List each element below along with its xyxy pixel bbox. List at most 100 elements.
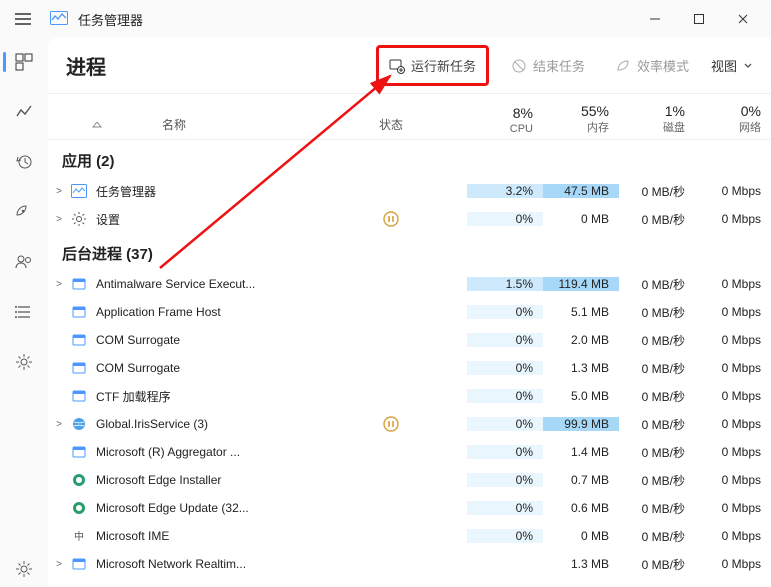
- cell-network: 0 Mbps: [695, 473, 771, 487]
- cell-memory: 0 MB: [543, 212, 619, 226]
- cell-network: 0 Mbps: [695, 212, 771, 226]
- expand-toggle[interactable]: >: [48, 419, 70, 430]
- header-memory[interactable]: 55% 内存: [543, 103, 619, 139]
- sort-indicator[interactable]: [92, 122, 102, 128]
- table-row[interactable]: >任务管理器3.2%47.5 MB0 MB/秒0 Mbps: [48, 177, 771, 205]
- process-name: Application Frame Host: [96, 305, 383, 319]
- header-status[interactable]: 状态: [379, 116, 467, 139]
- cell-memory: 0.6 MB: [543, 501, 619, 515]
- nav-details[interactable]: [4, 294, 44, 330]
- process-icon: [70, 182, 88, 200]
- table-row[interactable]: Application Frame Host0%5.1 MB0 MB/秒0 Mb…: [48, 298, 771, 326]
- cell-disk: 0 MB/秒: [619, 332, 695, 349]
- run-new-task-button[interactable]: 运行新任务: [376, 45, 489, 86]
- table-row[interactable]: Microsoft (R) Aggregator ...0%1.4 MB0 MB…: [48, 438, 771, 466]
- table-row[interactable]: >Global.IrisService (3)0%99.9 MB0 MB/秒0 …: [48, 410, 771, 438]
- cell-disk: 0 MB/秒: [619, 360, 695, 377]
- nav-startup[interactable]: [4, 194, 44, 230]
- group-apps: 应用 (2): [48, 140, 771, 177]
- view-dropdown[interactable]: 视图: [711, 56, 753, 75]
- process-name: Antimalware Service Execut...: [96, 277, 383, 291]
- process-icon: [70, 359, 88, 377]
- process-icon: [70, 303, 88, 321]
- cell-network: 0 Mbps: [695, 361, 771, 375]
- expand-toggle[interactable]: >: [48, 559, 70, 570]
- nav-services[interactable]: [4, 344, 44, 380]
- process-name: Microsoft Network Realtim...: [96, 557, 383, 571]
- cell-cpu: 0%: [467, 212, 543, 226]
- page-title: 进程: [66, 51, 106, 80]
- app-icon: [50, 11, 70, 27]
- cell-network: 0 Mbps: [695, 389, 771, 403]
- view-label: 视图: [711, 56, 737, 75]
- process-name: COM Surrogate: [96, 333, 383, 347]
- nav-users[interactable]: [4, 244, 44, 280]
- close-button[interactable]: [721, 3, 765, 35]
- expand-toggle[interactable]: >: [48, 214, 70, 225]
- table-row[interactable]: COM Surrogate0%2.0 MB0 MB/秒0 Mbps: [48, 326, 771, 354]
- header-name[interactable]: 名称: [162, 116, 186, 133]
- cell-disk: 0 MB/秒: [619, 183, 695, 200]
- process-icon: [70, 443, 88, 461]
- end-task-icon: [511, 58, 527, 74]
- expand-toggle[interactable]: >: [48, 186, 70, 197]
- cell-disk: 0 MB/秒: [619, 528, 695, 545]
- process-list[interactable]: 应用 (2) >任务管理器3.2%47.5 MB0 MB/秒0 Mbps>设置0…: [48, 140, 771, 587]
- cell-cpu: 0%: [467, 529, 543, 543]
- nav-processes[interactable]: [4, 44, 44, 80]
- header-disk[interactable]: 1% 磁盘: [619, 103, 695, 139]
- window-title: 任务管理器: [78, 10, 143, 29]
- cell-memory: 5.1 MB: [543, 305, 619, 319]
- cell-network: 0 Mbps: [695, 277, 771, 291]
- process-icon: [70, 387, 88, 405]
- nav-performance[interactable]: [4, 94, 44, 130]
- hamburger-menu[interactable]: [6, 2, 40, 36]
- table-row[interactable]: >设置0%0 MB0 MB/秒0 Mbps: [48, 205, 771, 233]
- process-name: COM Surrogate: [96, 361, 383, 375]
- expand-toggle[interactable]: >: [48, 279, 70, 290]
- table-row[interactable]: > Antimalware Service Execut... 1.5%119.4 …: [48, 270, 771, 298]
- cell-network: 0 Mbps: [695, 184, 771, 198]
- header-network[interactable]: 0% 网络: [695, 103, 771, 139]
- cell-disk: 0 MB/秒: [619, 444, 695, 461]
- nav-history[interactable]: [4, 144, 44, 180]
- cell-memory: 119.4 MB: [543, 277, 619, 291]
- cell-memory: 0.7 MB: [543, 473, 619, 487]
- cell-memory: 99.9 MB: [543, 417, 619, 431]
- process-status: [383, 211, 467, 227]
- process-name: Microsoft Edge Update (32...: [96, 501, 383, 515]
- cell-network: 0 Mbps: [695, 529, 771, 543]
- cell-cpu: 1.5%: [467, 277, 543, 291]
- cell-cpu: 0%: [467, 389, 543, 403]
- cell-disk: 0 MB/秒: [619, 388, 695, 405]
- table-row[interactable]: CTF 加载程序 0%5.0 MB0 MB/秒0 Mbps: [48, 382, 771, 410]
- cell-cpu: 0%: [467, 473, 543, 487]
- cell-disk: 0 MB/秒: [619, 556, 695, 573]
- maximize-button[interactable]: [677, 3, 721, 35]
- cell-network: 0 Mbps: [695, 445, 771, 459]
- cell-memory: 0 MB: [543, 529, 619, 543]
- cell-memory: 5.0 MB: [543, 389, 619, 403]
- cell-memory: 1.4 MB: [543, 445, 619, 459]
- header-cpu[interactable]: 8% CPU: [467, 105, 543, 139]
- svg-text:中: 中: [74, 530, 84, 543]
- table-row[interactable]: >Microsoft Network Realtim...1.3 MB0 MB/…: [48, 550, 771, 578]
- cell-network: 0 Mbps: [695, 417, 771, 431]
- table-row[interactable]: Microsoft Edge Update (32...0%0.6 MB0 MB…: [48, 494, 771, 522]
- process-icon: [70, 331, 88, 349]
- cell-network: 0 Mbps: [695, 305, 771, 319]
- process-icon: [70, 275, 88, 293]
- nav-settings[interactable]: [4, 551, 44, 587]
- table-row[interactable]: 中Microsoft IME0%0 MB0 MB/秒0 Mbps: [48, 522, 771, 550]
- minimize-button[interactable]: [633, 3, 677, 35]
- process-name: CTF 加载程序: [96, 388, 383, 405]
- efficiency-mode-label: 效率模式: [637, 56, 689, 75]
- process-icon: [70, 499, 88, 517]
- process-icon: [70, 555, 88, 573]
- toolbar: 进程 运行新任务 结束任务 效率模式 视图: [48, 38, 771, 94]
- table-row[interactable]: COM Surrogate0%1.3 MB0 MB/秒0 Mbps: [48, 354, 771, 382]
- efficiency-mode-button: 效率模式: [607, 52, 697, 79]
- process-icon: [70, 210, 88, 228]
- cell-memory: 1.3 MB: [543, 361, 619, 375]
- table-row[interactable]: Microsoft Edge Installer0%0.7 MB0 MB/秒0 …: [48, 466, 771, 494]
